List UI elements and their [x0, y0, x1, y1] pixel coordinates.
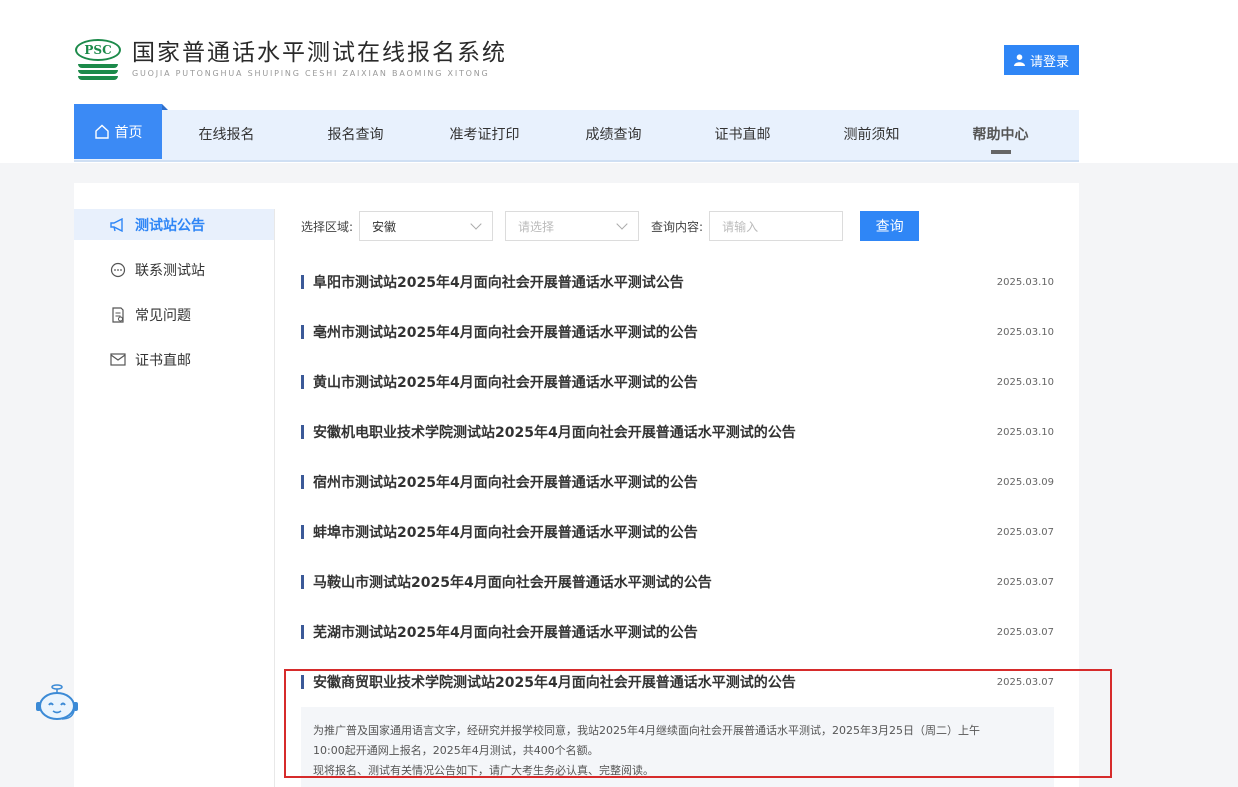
nav-registration-query[interactable]: 报名查询: [291, 110, 420, 160]
station-select[interactable]: 请选择: [505, 211, 640, 241]
home-icon: [94, 124, 109, 139]
notice-title[interactable]: 安徽机电职业技术学院测试站2025年4月面向社会开展普通话水平测试的公告: [313, 422, 796, 442]
notice-date: 2025.03.07: [996, 626, 1054, 638]
search-input[interactable]: 请输入: [709, 211, 844, 241]
query-button[interactable]: 查询: [860, 211, 920, 241]
megaphone-icon: [110, 217, 126, 233]
list-item[interactable]: 宿州市测试站2025年4月面向社会开展普通话水平测试的公告 2025.03.09: [301, 457, 1054, 507]
nav-score-query[interactable]: 成绩查询: [549, 110, 678, 160]
login-button[interactable]: 请登录: [1004, 45, 1079, 75]
summary-line: 现将报名、测试有关情况公告如下，请广大考生务必认真、完整阅读。: [313, 764, 654, 777]
station-placeholder: 请选择: [518, 219, 555, 234]
list-item[interactable]: 安徽商贸职业技术学院测试站2025年4月面向社会开展普通话水平测试的公告 2025…: [301, 657, 1054, 707]
login-label: 请登录: [1029, 53, 1069, 69]
nav-home[interactable]: 首页: [74, 104, 168, 159]
chat-icon: [110, 262, 126, 278]
notice-summary: 为推广普及国家通用语言文字，经研究并报学校同意，我站2025年4月继续面向社会开…: [301, 707, 1054, 787]
sidebar-item-label: 测试站公告: [135, 217, 205, 234]
site-logo[interactable]: PSC 国家普通话水平测试在线报名系统 GUOJIA PUTONGHUA SHU…: [74, 38, 507, 84]
list-item[interactable]: 马鞍山市测试站2025年4月面向社会开展普通话水平测试的公告 2025.03.07: [301, 557, 1054, 607]
nav-pre-test-notes[interactable]: 测前须知: [807, 110, 936, 160]
notice-title[interactable]: 安徽商贸职业技术学院测试站2025年4月面向社会开展普通话水平测试的公告: [313, 672, 796, 692]
notice-date: 2025.03.10: [996, 376, 1054, 388]
sidebar-item-label: 证书直邮: [135, 352, 191, 369]
content-panel: 测试站公告 联系测试站 常见问题 证书直邮 选择区域: 安徽 请选择 查询内容:…: [74, 183, 1079, 787]
list-item[interactable]: 芜湖市测试站2025年4月面向社会开展普通话水平测试的公告 2025.03.07: [301, 607, 1054, 657]
active-indicator: [990, 150, 1011, 154]
site-title: 国家普通话水平测试在线报名系统: [132, 40, 507, 66]
chevron-down-icon: [616, 218, 628, 230]
sidebar: 测试站公告 联系测试站 常见问题 证书直邮: [74, 209, 275, 787]
sidebar-item-label: 联系测试站: [135, 262, 205, 279]
list-item[interactable]: 安徽机电职业技术学院测试站2025年4月面向社会开展普通话水平测试的公告 2025…: [301, 407, 1054, 457]
mail-icon: [110, 352, 126, 368]
psc-logo-icon: PSC: [74, 38, 122, 84]
nav-admission-ticket[interactable]: 准考证打印: [420, 110, 549, 160]
nav-home-label: 首页: [114, 125, 143, 141]
nav-online-registration[interactable]: 在线报名: [162, 110, 291, 160]
notice-date: 2025.03.07: [996, 676, 1054, 688]
notice-list: 阜阳市测试站2025年4月面向社会开展普通话水平测试公告 2025.03.10 亳…: [301, 257, 1054, 787]
notice-title[interactable]: 亳州市测试站2025年4月面向社会开展普通话水平测试的公告: [313, 322, 698, 342]
main-nav: 首页 在线报名 报名查询 准考证打印 成绩查询 证书直邮 测前须知 帮助中心: [74, 104, 1079, 162]
notice-title[interactable]: 芜湖市测试站2025年4月面向社会开展普通话水平测试的公告: [313, 622, 698, 642]
user-icon: [1013, 54, 1025, 66]
notice-date: 2025.03.07: [996, 576, 1054, 588]
notice-title[interactable]: 蚌埠市测试站2025年4月面向社会开展普通话水平测试的公告: [313, 522, 698, 542]
sidebar-item-certificate-mail[interactable]: 证书直邮: [74, 344, 274, 375]
sidebar-item-label: 常见问题: [135, 307, 191, 324]
notice-title[interactable]: 黄山市测试站2025年4月面向社会开展普通话水平测试的公告: [313, 372, 698, 392]
robot-assistant-icon[interactable]: [34, 683, 80, 723]
list-item[interactable]: 阜阳市测试站2025年4月面向社会开展普通话水平测试公告 2025.03.10: [301, 257, 1054, 307]
notice-title[interactable]: 宿州市测试站2025年4月面向社会开展普通话水平测试的公告: [313, 472, 698, 492]
site-subtitle: GUOJIA PUTONGHUA SHUIPING CESHI ZAIXIAN …: [132, 69, 490, 78]
list-item[interactable]: 亳州市测试站2025年4月面向社会开展普通话水平测试的公告 2025.03.10: [301, 307, 1054, 357]
sidebar-item-faq[interactable]: 常见问题: [74, 299, 274, 330]
notice-date: 2025.03.09: [996, 476, 1054, 488]
document-icon: [110, 306, 126, 323]
nav-certificate-mail[interactable]: 证书直邮: [678, 110, 807, 160]
nav-help-label: 帮助中心: [972, 127, 1029, 143]
notice-date: 2025.03.07: [996, 526, 1054, 538]
region-select[interactable]: 安徽: [359, 211, 494, 241]
sidebar-item-announcements[interactable]: 测试站公告: [74, 209, 274, 240]
list-item[interactable]: 黄山市测试站2025年4月面向社会开展普通话水平测试的公告 2025.03.10: [301, 357, 1054, 407]
summary-line: 10:00起开通网上报名，2025年4月测试，共400个名额。: [313, 744, 599, 757]
sidebar-item-contact[interactable]: 联系测试站: [74, 254, 274, 285]
notice-date: 2025.03.10: [996, 426, 1054, 438]
content-label: 查询内容:: [651, 219, 704, 234]
logo-badge: PSC: [75, 39, 121, 61]
summary-line: 为推广普及国家通用语言文字，经研究并报学校同意，我站2025年4月继续面向社会开…: [313, 724, 980, 737]
chevron-down-icon: [470, 218, 482, 230]
notice-title[interactable]: 马鞍山市测试站2025年4月面向社会开展普通话水平测试的公告: [313, 572, 712, 592]
notice-date: 2025.03.10: [996, 326, 1054, 338]
nav-help-center[interactable]: 帮助中心: [936, 110, 1065, 160]
filter-bar: 选择区域: 安徽 请选择 查询内容: 请输入 查询: [301, 211, 920, 241]
list-item[interactable]: 蚌埠市测试站2025年4月面向社会开展普通话水平测试的公告 2025.03.07: [301, 507, 1054, 557]
region-label: 选择区域:: [301, 219, 354, 234]
notice-date: 2025.03.10: [996, 276, 1054, 288]
region-value: 安徽: [372, 219, 397, 234]
notice-title[interactable]: 阜阳市测试站2025年4月面向社会开展普通话水平测试公告: [313, 272, 684, 292]
